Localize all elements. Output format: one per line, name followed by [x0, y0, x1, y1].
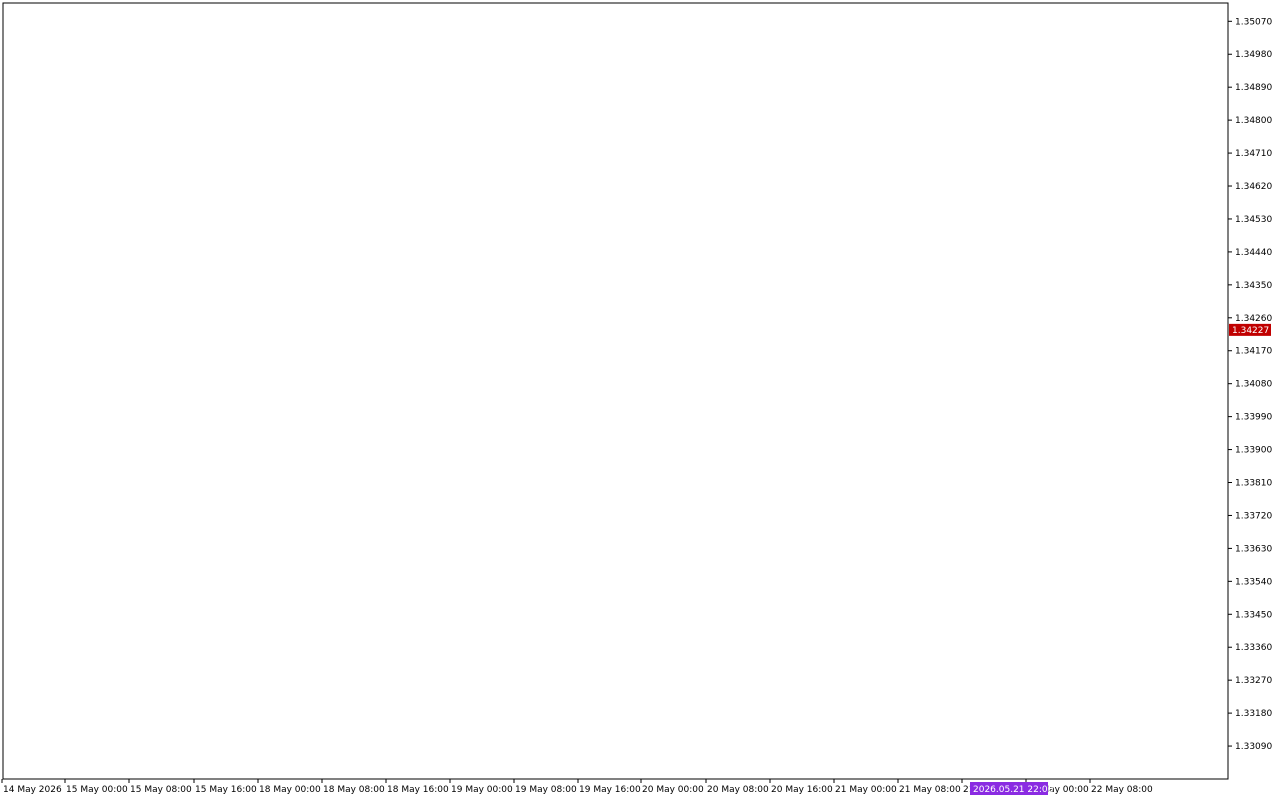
x-tick-label: 19 May 00:00: [451, 785, 513, 795]
y-tick-label: 1.34440: [1235, 248, 1272, 258]
y-tick-label: 1.34260: [1235, 314, 1272, 324]
y-tick-label: 1.33630: [1235, 544, 1272, 554]
x-tick-label: 18 May 00:00: [259, 785, 321, 795]
y-tick-label: 1.33900: [1235, 446, 1272, 456]
y-tick-label: 1.35070: [1235, 17, 1272, 27]
chart-canvas[interactable]: 1.35070 1.34980 1.34890 1.34800 1.34710 1.346…: [0, 0, 1280, 800]
y-tick-label: 1.33270: [1235, 676, 1272, 686]
y-tick-label: 1.33450: [1235, 610, 1272, 620]
y-tick-label: 1.34530: [1235, 215, 1272, 225]
x-tick-label: 18 May 16:00: [387, 785, 449, 795]
y-tick-label: 1.34710: [1235, 149, 1272, 159]
y-tick-label: 1.33720: [1235, 511, 1272, 521]
x-tick-label: 20 May 16:00: [771, 785, 833, 795]
x-tick-label: 14 May 2026: [3, 785, 62, 795]
y-tick-label: 1.33540: [1235, 577, 1272, 587]
y-tick-label: 1.33990: [1235, 413, 1272, 423]
x-tick-label: 15 May 16:00: [195, 785, 257, 795]
y-tick-label: 1.34080: [1235, 380, 1272, 390]
y-tick-label: 1.34350: [1235, 281, 1272, 291]
x-tick-label: 19 May 16:00: [579, 785, 641, 795]
x-tick-label: 20 May 00:00: [642, 785, 704, 795]
y-tick-label: 1.34890: [1235, 83, 1272, 93]
x-tick-label: 20 May 08:00: [707, 785, 769, 795]
y-tick-label: 1.34800: [1235, 116, 1272, 126]
y-tick-label: 1.33180: [1235, 709, 1272, 719]
x-tick-label: 15 May 08:00: [130, 785, 192, 795]
y-tick-label: 1.34170: [1235, 347, 1272, 357]
chart-background: [0, 0, 1280, 800]
y-tick-label: 1.33360: [1235, 643, 1272, 653]
y-tick-label: 1.34980: [1235, 50, 1272, 60]
price-chart[interactable]: 1.35070 1.34980 1.34890 1.34800 1.34710 1.346…: [0, 0, 1280, 800]
chart-frame: [0, 0, 1280, 800]
x-tick-label: 18 May 08:00: [323, 785, 385, 795]
cursor-time-label: 2026.05.21 22:00: [973, 785, 1054, 795]
current-price-label: 1.34227: [1232, 326, 1269, 336]
x-tick-label: 21 May 08:00: [899, 785, 961, 795]
x-tick-label: 22 May 08:00: [1091, 785, 1153, 795]
y-tick-label: 1.33090: [1235, 742, 1272, 752]
x-tick-label: 19 May 08:00: [515, 785, 577, 795]
y-tick-label: 1.34620: [1235, 182, 1272, 192]
y-tick-label: 1.33810: [1235, 479, 1272, 489]
x-tick-label: 21 May 00:00: [835, 785, 897, 795]
x-tick-label: 15 May 00:00: [66, 785, 128, 795]
